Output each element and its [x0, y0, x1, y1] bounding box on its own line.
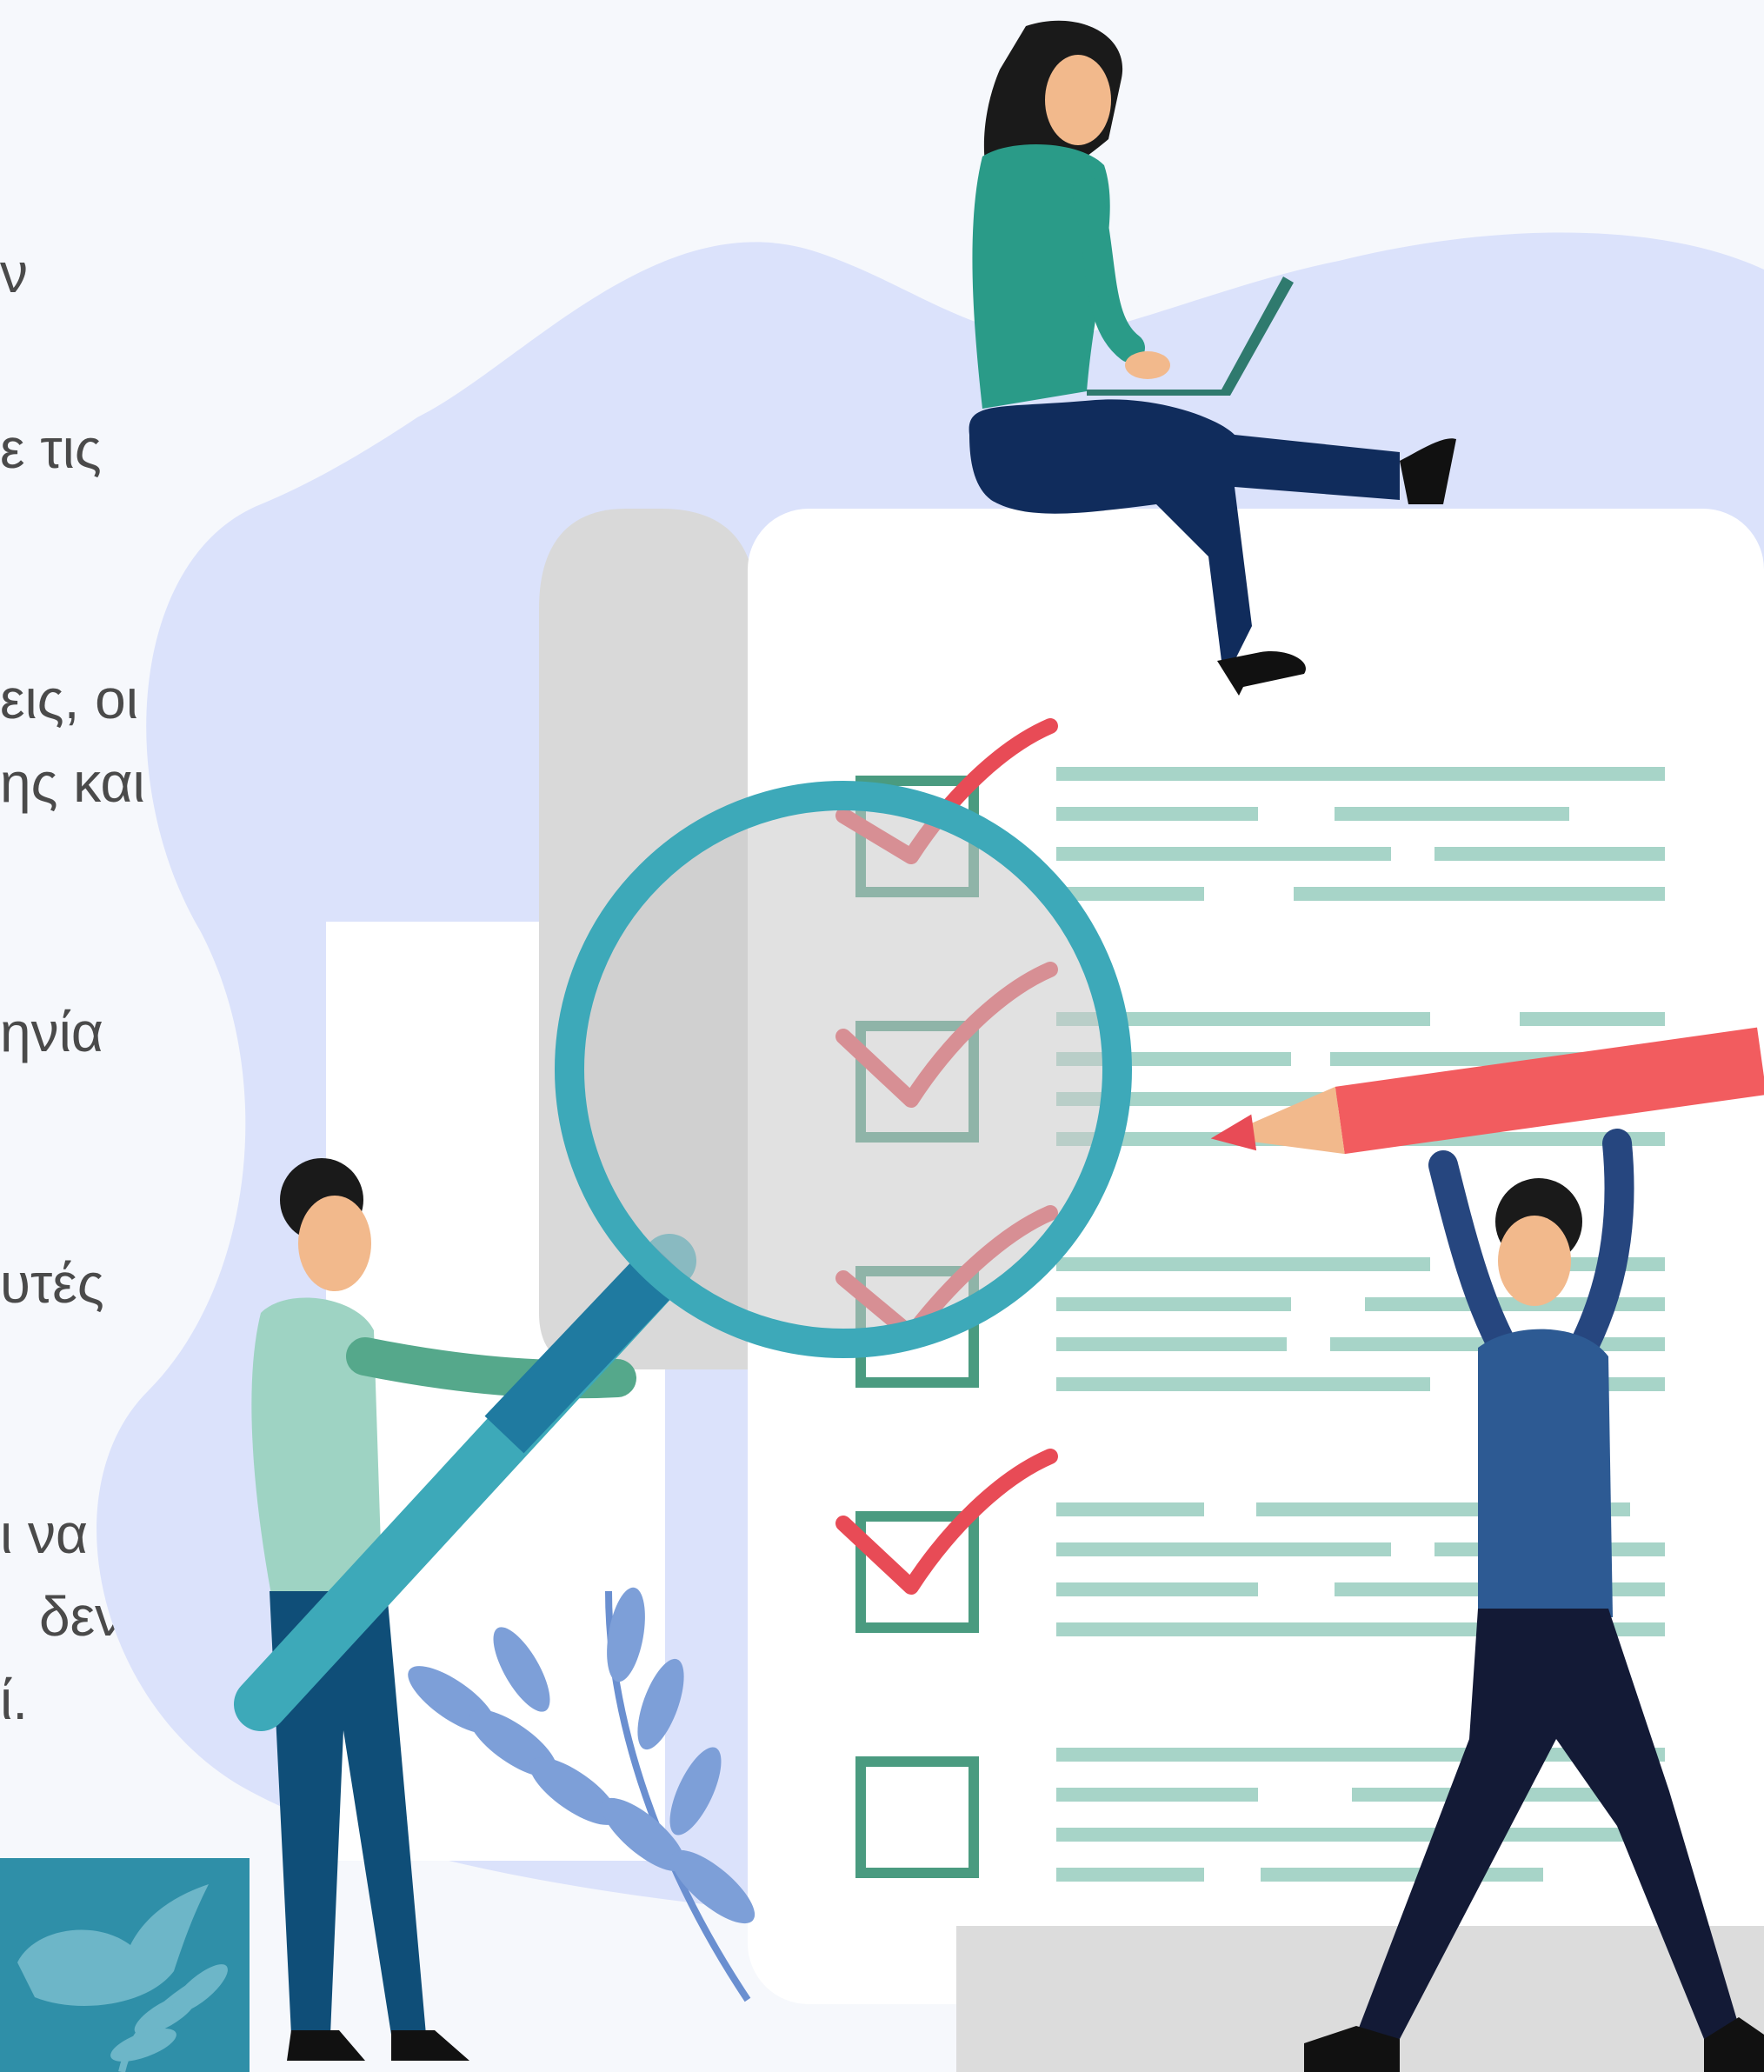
survey-checklist-illustration	[97, 20, 1764, 2072]
head	[1498, 1216, 1571, 1306]
bird-laurel-logo-icon	[17, 1884, 228, 2072]
shoe	[391, 2030, 469, 2061]
logo	[0, 1858, 250, 2072]
head	[1045, 55, 1111, 145]
head	[298, 1196, 371, 1291]
torso	[1478, 1329, 1613, 1617]
shoe	[287, 2030, 365, 2061]
hand	[1125, 351, 1170, 379]
